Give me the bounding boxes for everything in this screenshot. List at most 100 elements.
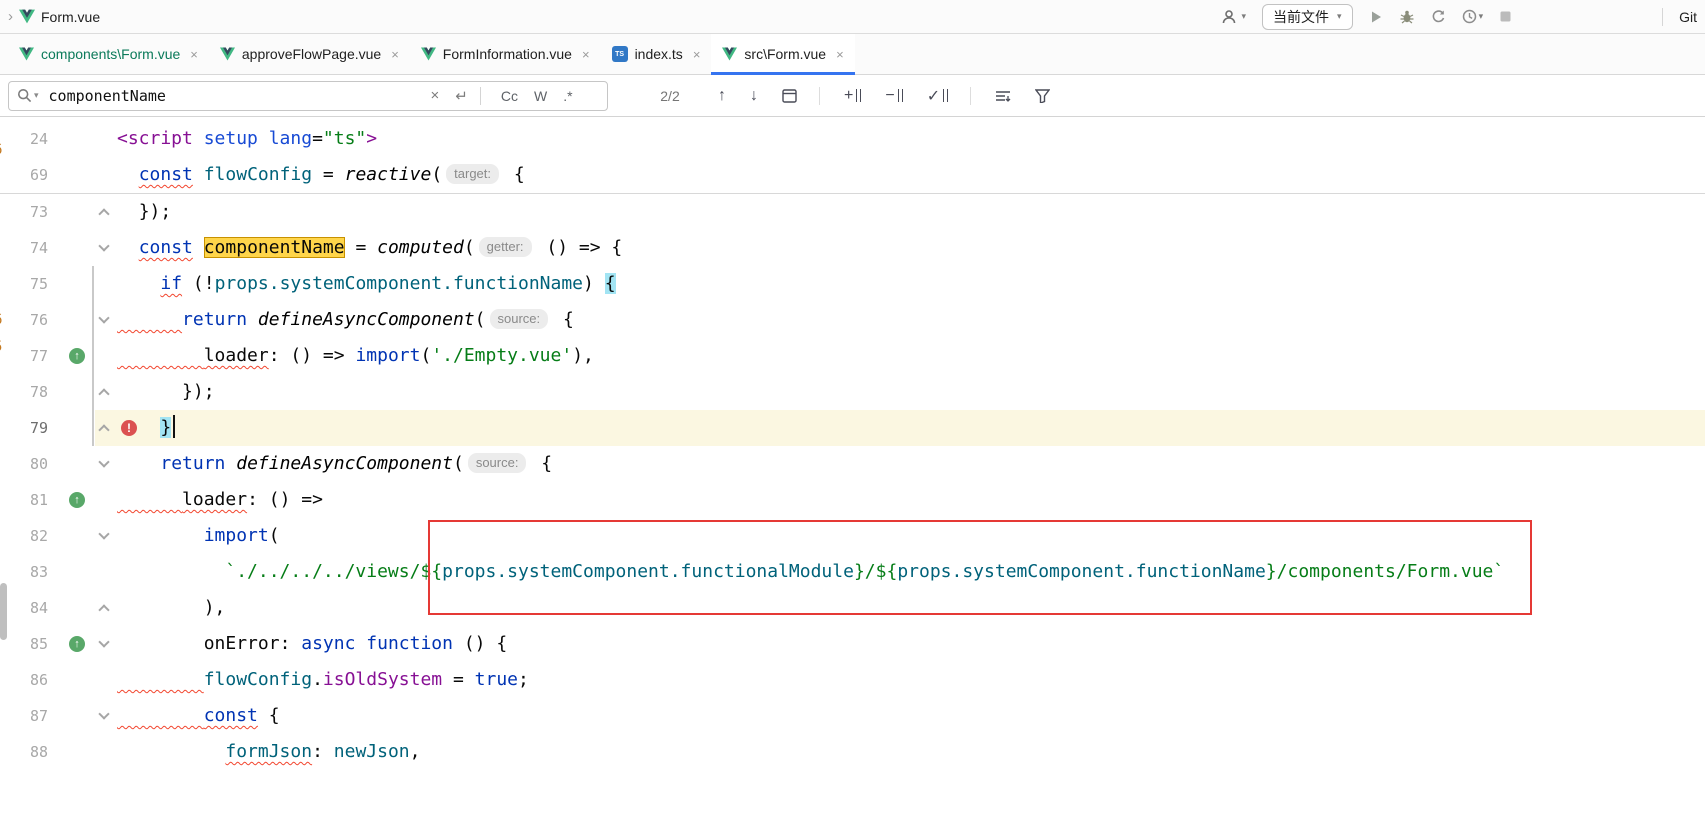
code-text[interactable]: loader: () => [117, 482, 1705, 518]
implements-gutter-icon[interactable]: ↑ [69, 636, 85, 652]
line-number[interactable]: 87 [0, 698, 60, 734]
tab-src-form-vue[interactable]: src\Form.vue× [711, 34, 854, 74]
code-text[interactable]: return defineAsyncComponent(source: { [117, 302, 1705, 338]
gutter-icon-column [60, 734, 95, 770]
code-text[interactable]: flowConfig.isOldSystem = true; [117, 662, 1705, 698]
tab-components-form-vue[interactable]: components\Form.vue× [8, 34, 209, 74]
line-number[interactable]: 84 [0, 590, 60, 626]
line-number[interactable]: 75 [0, 266, 60, 302]
whole-words-toggle[interactable]: W [534, 88, 547, 104]
code-text[interactable]: <script setup lang="ts"> [117, 121, 1705, 157]
implements-gutter-icon[interactable]: ↑ [69, 348, 85, 364]
line-number[interactable]: 73 [0, 194, 60, 230]
left-edge-clipped-digit: 6 [0, 142, 2, 158]
title-bar: › Form.vue ▾ 当前文件 ▾ ▾ Git [0, 0, 1705, 34]
error-gutter-icon[interactable]: ! [121, 420, 137, 436]
run-with-coverage-button[interactable] [1431, 9, 1446, 24]
tab-label: FormInformation.vue [443, 46, 572, 62]
code-text[interactable]: const componentName = computed(getter: (… [117, 230, 1705, 266]
fold-marker-icon[interactable] [98, 636, 109, 647]
fold-column [95, 446, 117, 482]
debug-bug-button[interactable] [1399, 9, 1415, 24]
line-number[interactable]: 81 [0, 482, 60, 518]
left-edge-scrollbar-thumb[interactable] [0, 583, 7, 640]
new-line-icon[interactable]: ↵ [455, 87, 468, 105]
line-number[interactable]: 77 [0, 338, 60, 374]
code-text[interactable]: ), [117, 590, 1705, 626]
git-menu[interactable]: Git [1679, 9, 1697, 25]
fold-marker-icon[interactable] [98, 424, 109, 435]
code-line-86: 86 flowConfig.isOldSystem = true; [0, 662, 1705, 698]
implements-gutter-icon[interactable]: ↑ [69, 492, 85, 508]
add-occurrence-icon[interactable]: + [844, 87, 861, 105]
tab-close-icon[interactable]: × [391, 47, 399, 62]
line-number[interactable]: 86 [0, 662, 60, 698]
previous-occurrence-icon[interactable]: ↑ [718, 87, 726, 105]
code-with-me-users-icon[interactable]: ▾ [1222, 9, 1247, 25]
code-text[interactable]: return defineAsyncComponent(source: { [117, 446, 1705, 482]
line-number[interactable]: 79 [0, 410, 60, 446]
search-options-lines-icon[interactable] [995, 89, 1011, 103]
regex-toggle[interactable]: .* [563, 88, 572, 104]
select-all-occurrences-icon[interactable]: ✓ [927, 86, 948, 106]
line-number[interactable]: 76 [0, 302, 60, 338]
code-text[interactable]: }); [117, 194, 1705, 230]
line-number[interactable]: 83 [0, 554, 60, 590]
code-text[interactable]: loader: () => import('./Empty.vue'), [117, 338, 1705, 374]
line-number[interactable]: 80 [0, 446, 60, 482]
tab-forminformation-vue[interactable]: FormInformation.vue × [410, 34, 601, 74]
code-line-82: 82 import( [0, 518, 1705, 554]
fold-marker-icon[interactable] [98, 528, 109, 539]
fold-marker-icon[interactable] [98, 708, 109, 719]
run-button[interactable] [1369, 10, 1383, 24]
gutter-icon-column [60, 374, 95, 410]
next-occurrence-icon[interactable]: ↓ [750, 87, 758, 105]
fold-marker-icon[interactable] [98, 604, 109, 615]
remove-occurrence-icon[interactable]: − [885, 87, 902, 105]
code-text[interactable]: if (!props.systemComponent.functionName)… [117, 266, 1705, 302]
line-number[interactable]: 82 [0, 518, 60, 554]
code-text[interactable]: const flowConfig = reactive(target: { [117, 157, 1705, 193]
code-text[interactable]: onError: async function () { [117, 626, 1705, 662]
line-number[interactable]: 24 [0, 121, 60, 157]
line-number[interactable]: 78 [0, 374, 60, 410]
code-text[interactable]: `./../../../views/${props.systemComponen… [117, 554, 1705, 590]
stop-button[interactable] [1499, 10, 1512, 23]
line-number[interactable]: 74 [0, 230, 60, 266]
fold-marker-icon[interactable] [98, 208, 109, 219]
tab-close-icon[interactable]: × [582, 47, 590, 62]
run-configuration-dropdown[interactable]: 当前文件 ▾ [1262, 4, 1353, 30]
fold-column [95, 338, 117, 374]
line-number[interactable]: 69 [0, 157, 60, 193]
filter-funnel-icon[interactable] [1035, 89, 1050, 103]
open-in-find-window-icon[interactable] [782, 89, 797, 103]
line-number[interactable]: 88 [0, 734, 60, 770]
search-history-chevron-icon[interactable]: ▾ [34, 90, 39, 101]
tab-approveflowpage-vue[interactable]: approveFlowPage.vue × [209, 34, 410, 74]
tab-close-icon[interactable]: × [693, 47, 701, 62]
fold-marker-icon[interactable] [98, 388, 109, 399]
profiler-button[interactable]: ▾ [1462, 9, 1484, 24]
match-case-toggle[interactable]: Cc [501, 88, 518, 104]
fold-column [95, 194, 117, 230]
search-field[interactable]: ▾ × ↵ Cc W .* [8, 81, 608, 111]
tab-close-icon[interactable]: × [836, 47, 844, 62]
tab-index-ts[interactable]: TSindex.ts× [601, 34, 712, 74]
tab-close-icon[interactable]: × [190, 47, 198, 62]
search-icon [17, 88, 32, 103]
fold-column [95, 698, 117, 734]
breadcrumb-chevron-icon[interactable]: › [8, 8, 13, 25]
search-input[interactable] [47, 86, 415, 106]
clear-search-icon[interactable]: × [431, 87, 440, 104]
code-text[interactable]: formJson: newJson, [117, 734, 1705, 770]
fold-marker-icon[interactable] [98, 456, 109, 467]
code-text[interactable]: ! } [117, 410, 1705, 446]
fold-marker-icon[interactable] [98, 240, 109, 251]
code-text[interactable]: const { [117, 698, 1705, 734]
gutter-icon-column: ↑ [60, 626, 95, 662]
code-text[interactable]: import( [117, 518, 1705, 554]
fold-marker-icon[interactable] [98, 312, 109, 323]
line-number[interactable]: 85 [0, 626, 60, 662]
code-text[interactable]: }); [117, 374, 1705, 410]
tab-label: approveFlowPage.vue [242, 46, 381, 62]
